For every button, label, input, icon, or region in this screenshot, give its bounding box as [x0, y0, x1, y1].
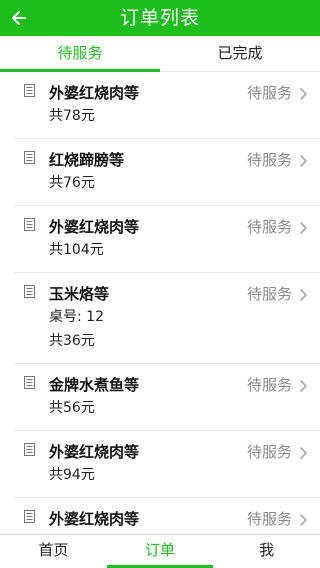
- chevron-right-icon: [300, 447, 307, 459]
- tab-bar: 待服务 已完成: [0, 36, 320, 72]
- header-bar: 订单列表: [0, 0, 320, 36]
- order-detail-line: 共94元: [49, 467, 95, 483]
- order-status: 待服务: [246, 84, 292, 102]
- order-row[interactable]: 红烧蹄膀等 共76元 待服务: [14, 139, 320, 206]
- document-icon: [24, 84, 35, 97]
- bottom-nav: 首页 订单 我: [0, 534, 320, 568]
- order-row[interactable]: 外婆红烧肉等 共104元 待服务: [14, 206, 320, 273]
- order-row[interactable]: 外婆红烧肉等 共78元 待服务: [14, 72, 320, 139]
- order-row[interactable]: 外婆红烧肉等 待服务: [14, 498, 320, 534]
- chevron-right-icon: [300, 514, 307, 526]
- document-icon: [24, 510, 35, 523]
- order-detail-line: 共76元: [49, 175, 95, 191]
- page-title: 订单列表: [119, 7, 200, 29]
- chevron-right-icon: [300, 380, 307, 392]
- order-status: 待服务: [246, 151, 292, 169]
- order-row[interactable]: 金牌水煮鱼等 共56元 待服务: [14, 364, 320, 431]
- chevron-right-icon: [300, 222, 307, 234]
- nav-orders[interactable]: 订单: [106, 535, 214, 568]
- tab-completed[interactable]: 已完成: [160, 36, 320, 71]
- order-detail-line: 桌号: 12: [49, 309, 104, 325]
- document-icon: [24, 376, 35, 389]
- document-icon: [24, 285, 35, 298]
- document-icon: [24, 443, 35, 456]
- order-status: 待服务: [246, 285, 292, 303]
- document-icon: [24, 218, 35, 231]
- nav-me[interactable]: 我: [213, 535, 320, 568]
- order-list: 外婆红烧肉等 共78元 待服务 红烧蹄膀等 共76元 待服务 外婆红烧肉等 共104元 待服务玉…: [0, 72, 320, 534]
- order-status: 待服务: [246, 376, 292, 394]
- order-detail-line: 共104元: [49, 242, 104, 258]
- order-status: 待服务: [246, 443, 292, 461]
- order-status: 待服务: [246, 218, 292, 236]
- chevron-right-icon: [300, 289, 307, 301]
- order-detail-line: 共56元: [49, 400, 95, 416]
- order-detail-line: 共78元: [49, 108, 95, 124]
- nav-home[interactable]: 首页: [0, 535, 107, 568]
- order-detail-line: 共36元: [49, 333, 95, 349]
- chevron-right-icon: [300, 155, 307, 167]
- chevron-right-icon: [300, 88, 307, 100]
- document-icon: [24, 151, 35, 164]
- order-row[interactable]: 外婆红烧肉等 共94元 待服务: [14, 431, 320, 498]
- order-status: 待服务: [246, 510, 292, 528]
- order-row[interactable]: 玉米烙等 桌号: 12 共36元 待服务: [14, 273, 320, 364]
- tab-pending[interactable]: 待服务: [0, 36, 160, 72]
- app-root: 订单列表 待服务 已完成 外婆红烧肉等 共78元 待服务 红烧蹄膀等 共76元 待服务 外婆…: [0, 0, 320, 568]
